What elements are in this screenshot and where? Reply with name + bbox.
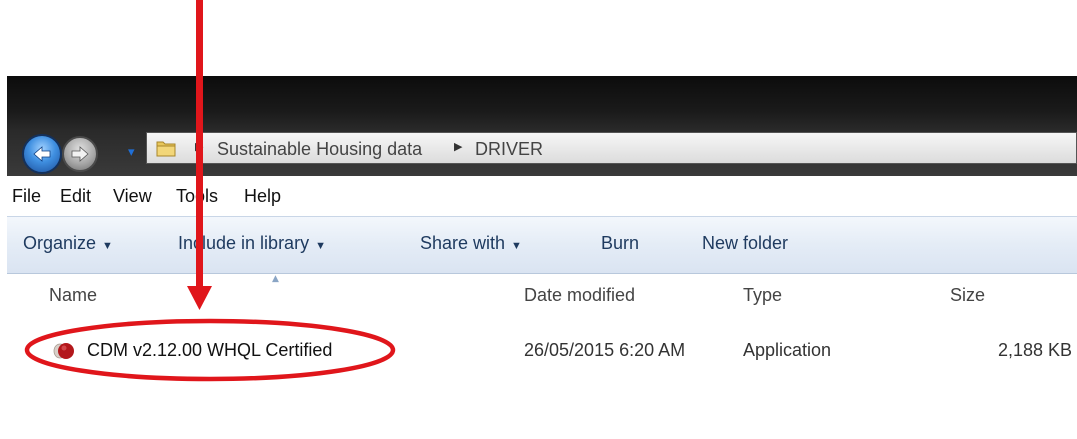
chevron-down-icon: ▼ bbox=[102, 240, 113, 252]
organize-label: Organize bbox=[23, 233, 97, 253]
share-with-button[interactable]: Share with ▼ bbox=[420, 233, 522, 254]
forward-button[interactable] bbox=[62, 136, 98, 172]
sort-ascending-icon: ▲ bbox=[272, 274, 279, 284]
column-header-name[interactable]: Name bbox=[49, 285, 97, 306]
menu-help[interactable]: Help bbox=[244, 186, 281, 207]
column-header-date-modified[interactable]: Date modified bbox=[524, 285, 635, 306]
breadcrumb-sustainable-housing-data[interactable]: Sustainable Housing data bbox=[217, 139, 422, 160]
breadcrumb-driver[interactable]: DRIVER bbox=[475, 139, 543, 160]
new-folder-button[interactable]: New folder bbox=[702, 233, 788, 254]
folder-icon bbox=[156, 141, 176, 157]
file-type: Application bbox=[743, 340, 832, 360]
forward-arrow-icon bbox=[71, 146, 89, 162]
file-date-modified: 26/05/2015 6:20 AM bbox=[524, 340, 686, 360]
menu-tools[interactable]: Tools bbox=[176, 186, 218, 207]
menu-view[interactable]: View bbox=[113, 186, 152, 207]
breadcrumb-separator-icon[interactable]: ▶ bbox=[195, 140, 203, 153]
organize-button[interactable]: Organize ▼ bbox=[23, 233, 113, 254]
share-with-label: Share with bbox=[420, 233, 506, 253]
recent-pages-chevron-icon[interactable]: ▾ bbox=[128, 146, 138, 159]
file-size: 2,188 KB bbox=[998, 340, 1073, 360]
column-header-size[interactable]: Size bbox=[950, 285, 985, 306]
command-toolbar: Organize ▼ Include in library ▼ Share with… bbox=[7, 216, 1077, 274]
include-in-library-label: Include in library bbox=[178, 233, 310, 253]
back-button[interactable] bbox=[22, 134, 62, 174]
menu-edit[interactable]: Edit bbox=[60, 186, 91, 207]
chevron-down-icon: ▼ bbox=[511, 240, 522, 252]
address-bar[interactable]: ▶ Sustainable Housing data ▶ DRIVER bbox=[146, 132, 1077, 164]
column-header-type[interactable]: Type bbox=[743, 285, 782, 306]
back-arrow-icon bbox=[33, 146, 51, 162]
file-name[interactable]: CDM v2.12.00 WHQL Certified bbox=[87, 340, 332, 361]
include-in-library-button[interactable]: Include in library ▼ bbox=[178, 233, 326, 254]
column-header-row: ▲ Name Date modified Type Size bbox=[7, 274, 1077, 316]
chevron-down-icon: ▼ bbox=[315, 240, 326, 252]
burn-button[interactable]: Burn bbox=[601, 233, 639, 254]
application-icon bbox=[53, 343, 74, 359]
file-row[interactable]: CDM v2.12.00 WHQL Certified 26/05/2015 6… bbox=[7, 330, 1077, 372]
breadcrumb-separator-icon[interactable]: ▶ bbox=[454, 140, 462, 153]
menu-bar: File Edit View Tools Help bbox=[7, 180, 1077, 212]
menu-file[interactable]: File bbox=[12, 186, 41, 207]
